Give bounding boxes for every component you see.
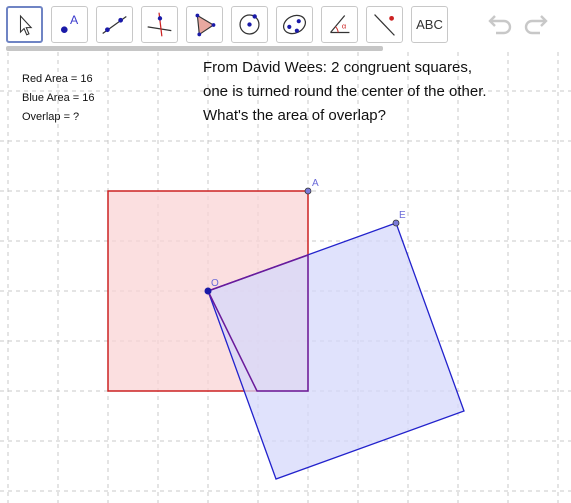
circle-center-icon [239,14,260,35]
angle-tool-label: α [342,22,347,31]
point-o-label: O [211,278,219,289]
polygon-tool-button[interactable] [186,6,223,43]
line-icon [102,15,127,34]
perpendicular-line-icon [147,12,172,37]
toolbar-divider-bar [6,46,383,51]
point-tool-label: A [70,13,79,27]
toolbar: A α ABC [0,0,571,52]
ellipse-icon [282,14,307,35]
description-line-2: one is turned round the center of the ot… [203,83,487,100]
undo-icon [488,15,512,35]
point-e-label: E [399,210,406,221]
text-tool-button[interactable]: ABC [411,6,448,43]
move-tool-button[interactable] [6,6,43,43]
red-area-text: Red Area = 16 [22,73,93,85]
perpendicular-line-tool-button[interactable] [141,6,178,43]
point-tool-button[interactable]: A [51,6,88,43]
description-line-3: What's the area of overlap? [203,107,386,124]
move-arrow-icon [19,14,33,36]
ellipse-tool-button[interactable] [276,6,313,43]
undo-button[interactable] [484,10,514,40]
point-icon: A [60,13,79,34]
description-line-1: From David Wees: 2 congruent squares, [203,59,473,76]
blue-area-text: Blue Area = 16 [22,92,95,104]
redo-button[interactable] [522,10,552,40]
circle-tool-button[interactable] [231,6,268,43]
line-tool-button[interactable] [96,6,133,43]
polygon-icon [195,13,216,37]
overlap-text: Overlap = ? [22,111,80,123]
angle-tool-button[interactable]: α [321,6,358,43]
redo-icon [524,15,548,35]
reflect-tool-button[interactable] [366,6,403,43]
point-a[interactable] [304,187,312,195]
point-a-label: A [312,178,319,189]
text-icon: ABC [416,17,443,32]
graphics-view[interactable]: A E O Red Area = 16 Blue Area = 16 Overl… [0,52,571,503]
reflect-icon [374,14,395,36]
angle-icon: α [330,15,350,34]
